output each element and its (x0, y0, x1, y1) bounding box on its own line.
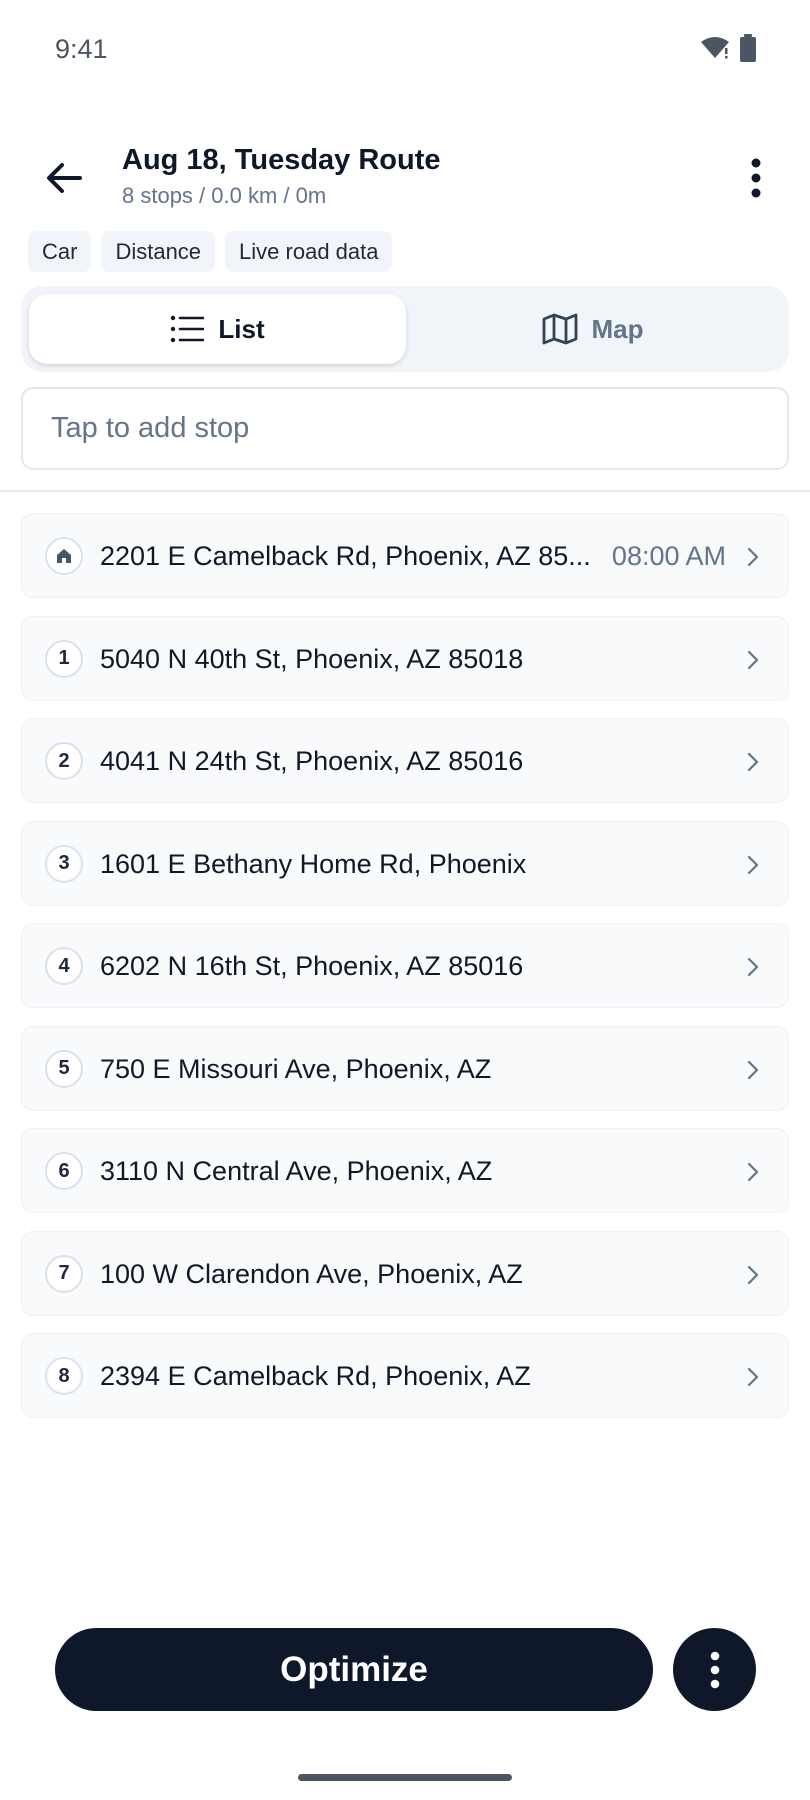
stop-number-badge: 2 (45, 742, 83, 780)
status-bar: 9:41 (0, 0, 810, 100)
chevron-right-icon (747, 1265, 759, 1284)
optimize-button[interactable]: Optimize (55, 1628, 653, 1711)
stops-list: 2201 E Camelback Rd, Phoenix, AZ 85... 0… (21, 513, 789, 1436)
add-stop-input[interactable]: Tap to add stop (21, 387, 789, 470)
status-time: 9:41 (55, 34, 108, 64)
chevron-right-icon (747, 957, 759, 977)
home-icon (57, 549, 71, 563)
stop-address: 750 E Missouri Ave, Phoenix, AZ (100, 1053, 492, 1084)
more-vertical-icon (710, 1651, 719, 1688)
back-button[interactable] (38, 152, 90, 204)
stop-row[interactable]: 5 750 E Missouri Ave, Phoenix, AZ (21, 1025, 789, 1111)
stop-row[interactable]: 3 1601 E Bethany Home Rd, Phoenix (21, 820, 789, 906)
chip-optimize-by[interactable]: Distance (101, 231, 216, 272)
stop-row[interactable]: 4 6202 N 16th St, Phoenix, AZ 85016 (21, 923, 789, 1008)
add-stop-placeholder: Tap to add stop (51, 412, 250, 444)
stop-row-start[interactable]: 2201 E Camelback Rd, Phoenix, AZ 85... 0… (21, 513, 789, 598)
tab-list[interactable]: List (29, 294, 406, 364)
stop-number-badge: 8 (45, 1357, 83, 1395)
home-indicator[interactable] (298, 1774, 512, 1781)
footer-more-button[interactable] (673, 1628, 756, 1711)
chevron-right-icon (747, 1367, 759, 1387)
stop-row[interactable]: 6 3110 N Central Ave, Phoenix, AZ (21, 1128, 789, 1213)
route-header: Aug 18, Tuesday Route 8 stops / 0.0 km /… (0, 140, 810, 220)
list-icon (171, 315, 205, 343)
tab-map[interactable]: Map (404, 294, 781, 364)
stop-number-badge: 5 (45, 1049, 83, 1088)
stop-time: 08:00 AM (611, 541, 726, 571)
stop-address: 2394 E Camelback Rd, Phoenix, AZ (100, 1361, 531, 1391)
stop-address: 2201 E Camelback Rd, Phoenix, AZ 85... (100, 541, 591, 571)
more-vertical-icon (751, 158, 761, 198)
view-toggle: List Map (21, 286, 789, 372)
chevron-right-icon (747, 752, 759, 772)
battery-icon (740, 34, 756, 62)
chevron-right-icon (747, 855, 759, 874)
chevron-right-icon (747, 1162, 759, 1182)
stop-address: 5040 N 40th St, Phoenix, AZ 85018 (100, 643, 524, 674)
stop-address: 100 W Clarendon Ave, Phoenix, AZ (100, 1258, 523, 1289)
stop-address: 1601 E Bethany Home Rd, Phoenix (100, 848, 527, 879)
optimize-label: Optimize (280, 1649, 428, 1689)
stop-number-badge: 1 (45, 639, 83, 678)
back-arrow-icon (47, 163, 82, 193)
stop-number-badge: 3 (45, 844, 83, 883)
chevron-right-icon (747, 547, 759, 567)
status-icons (700, 34, 756, 62)
chevron-right-icon (747, 1060, 759, 1079)
stop-number-badge: 6 (45, 1152, 83, 1190)
route-settings-chips: Car Distance Live road data (28, 231, 393, 272)
stop-address: 3110 N Central Ave, Phoenix, AZ (100, 1156, 493, 1186)
map-icon (542, 313, 577, 345)
chip-vehicle[interactable]: Car (28, 231, 92, 272)
stop-address: 6202 N 16th St, Phoenix, AZ 85016 (100, 951, 524, 981)
stop-row[interactable]: 2 4041 N 24th St, Phoenix, AZ 85016 (21, 718, 789, 803)
page-title: Aug 18, Tuesday Route (122, 144, 441, 176)
route-summary: 8 stops / 0.0 km / 0m (122, 183, 327, 208)
stop-row[interactable]: 7 100 W Clarendon Ave, Phoenix, AZ (21, 1230, 789, 1316)
stop-number-badge: 4 (45, 947, 83, 985)
chevron-right-icon (747, 650, 759, 669)
stop-row[interactable]: 1 5040 N 40th St, Phoenix, AZ 85018 (21, 615, 789, 701)
chip-road-data[interactable]: Live road data (225, 231, 393, 272)
stop-badge (45, 537, 83, 575)
tab-list-label: List (218, 313, 265, 344)
wifi-icon (701, 37, 729, 59)
stop-row[interactable]: 8 2394 E Camelback Rd, Phoenix, AZ (21, 1333, 789, 1418)
stop-address: 4041 N 24th St, Phoenix, AZ 85016 (100, 746, 524, 776)
stop-number-badge: 7 (45, 1254, 83, 1293)
more-options-button[interactable] (730, 150, 782, 206)
tab-map-label: Map (591, 313, 644, 344)
divider (0, 490, 810, 492)
